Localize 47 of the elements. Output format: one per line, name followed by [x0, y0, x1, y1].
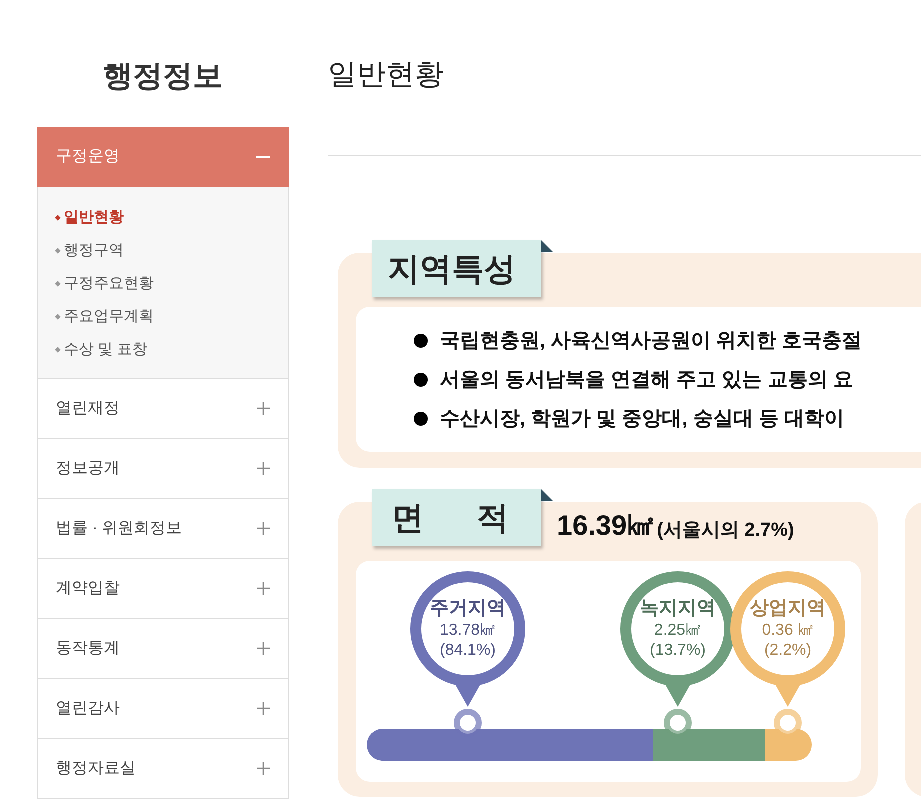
expand-icon [257, 522, 270, 535]
bullet-icon [55, 248, 61, 254]
submenu-link[interactable]: 일반현황 [56, 206, 270, 229]
expand-icon [257, 702, 270, 715]
menu-item[interactable]: 계약입찰 [37, 559, 289, 619]
feature-text: 서울의 동서남북을 연결해 주고 있는 교통의 요 [440, 368, 854, 392]
page-title: 일반현황 [328, 59, 444, 91]
expand-icon [257, 642, 270, 655]
feature-text: 수산시장, 학원가 및 중앙대, 숭실대 등 대학이 [440, 406, 844, 432]
folded-corner-icon [541, 240, 553, 252]
submenu-link[interactable]: 구정주요현황 [56, 272, 270, 295]
menu-item[interactable]: 열린재정 [37, 379, 289, 439]
zone-name: 주거지역 [430, 597, 506, 621]
zone-area: 2.25㎢ [654, 620, 702, 641]
submenu-link[interactable]: 행정구역 [56, 239, 270, 262]
menu-item[interactable]: 동작통계 [37, 619, 289, 679]
zone-percent: (13.7%) [650, 640, 706, 661]
bullet-icon [414, 372, 428, 386]
bullet-icon [55, 214, 61, 220]
folded-corner-icon [541, 489, 553, 501]
zone-area: 0.36 ㎢ [762, 620, 814, 641]
menu-item[interactable]: 법률 · 위원회정보 [37, 499, 289, 559]
feature-text: 국립현충원, 사육신역사공원이 위치한 호국충절 [440, 328, 862, 354]
bullet-icon [55, 280, 61, 286]
zone-name: 상업지역 [750, 597, 826, 621]
expand-icon [257, 462, 270, 475]
section-tag: 면 적 [372, 489, 541, 546]
submenu-link[interactable]: 수상 및 표창 [56, 338, 270, 361]
expand-icon [257, 582, 270, 595]
zone-name: 녹지지역 [640, 597, 716, 621]
zone-percent: (84.1%) [440, 640, 496, 661]
bullet-icon [55, 314, 61, 320]
menu-item[interactable]: 열린감사 [37, 679, 289, 739]
bullet-icon [414, 334, 428, 348]
zone-percent: (2.2%) [764, 640, 812, 661]
menu-item[interactable]: 정보공개 [37, 439, 289, 499]
area-share: (서울시의 2.7%) [657, 521, 794, 540]
bullet-icon [414, 412, 428, 426]
expand-icon [257, 762, 270, 775]
expand-icon [257, 402, 270, 415]
submenu-link[interactable]: 주요업무계획 [56, 305, 270, 328]
bullet-icon [55, 346, 61, 352]
section-title: 행정정보 [103, 59, 223, 95]
total-area: 16.39㎢ [557, 512, 656, 540]
section-tag: 지역특성 [372, 240, 541, 297]
menu-item[interactable]: 행정자료실 [37, 739, 289, 799]
zone-area: 13.78㎢ [440, 620, 496, 641]
